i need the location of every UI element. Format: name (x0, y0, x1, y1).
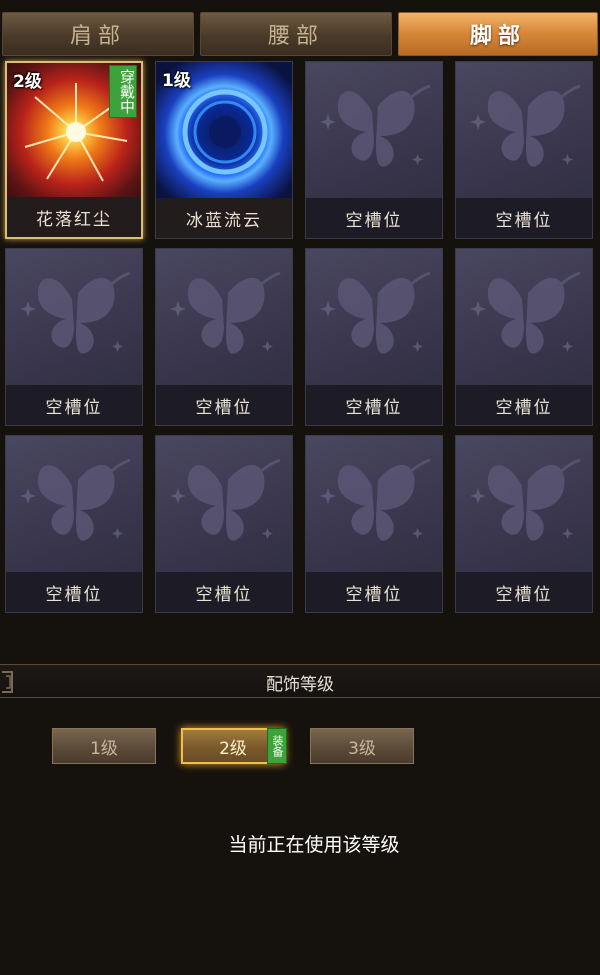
slot-level: 1级 (162, 71, 191, 91)
empty-slot-art (306, 249, 442, 387)
butterfly-icon (470, 458, 581, 541)
empty-slot[interactable]: 空槽位 (5, 435, 143, 613)
accessory-grid: 2级 穿戴中 花落红尘 1级 冰蓝流云 空槽位 空槽位 空槽位 空槽位 空槽位 … (0, 58, 600, 618)
slot-name: 空槽位 (456, 385, 592, 425)
tab-waist[interactable]: 腰部 (200, 12, 392, 56)
butterfly-icon (20, 458, 131, 541)
empty-slot-art (456, 436, 592, 574)
section-title: 配饰等级 (266, 674, 334, 695)
equipped-tag: 穿戴中 (109, 65, 137, 118)
empty-slot-art (156, 249, 292, 387)
butterfly-icon (170, 271, 281, 354)
section-header: 配饰等级 (0, 664, 600, 698)
empty-slot[interactable]: 空槽位 (155, 435, 293, 613)
accessory-slot[interactable]: 2级 穿戴中花落红尘 (5, 61, 143, 239)
empty-slot[interactable]: 空槽位 (305, 435, 443, 613)
slot-name: 空槽位 (6, 385, 142, 425)
empty-slot[interactable]: 空槽位 (155, 248, 293, 426)
empty-slot-art (306, 62, 442, 200)
slot-name: 空槽位 (6, 572, 142, 612)
empty-slot[interactable]: 空槽位 (305, 61, 443, 239)
level-3-button[interactable]: 3级 (310, 728, 414, 764)
butterfly-icon (20, 271, 131, 354)
accessory-slot[interactable]: 1级冰蓝流云 (155, 61, 293, 239)
slot-name: 空槽位 (306, 572, 442, 612)
empty-slot[interactable]: 空槽位 (305, 248, 443, 426)
empty-slot[interactable]: 空槽位 (5, 248, 143, 426)
empty-slot-art (6, 436, 142, 574)
butterfly-icon (320, 458, 431, 541)
slot-name: 空槽位 (156, 572, 292, 612)
empty-slot[interactable]: 空槽位 (455, 435, 593, 613)
slot-name: 空槽位 (156, 385, 292, 425)
butterfly-icon (320, 271, 431, 354)
equipped-badge: 装备 (267, 728, 287, 764)
empty-slot-art (456, 249, 592, 387)
butterfly-icon (470, 84, 581, 167)
level-1-button[interactable]: 1级 (52, 728, 156, 764)
empty-slot-art (6, 249, 142, 387)
slot-name: 空槽位 (306, 385, 442, 425)
slot-name: 空槽位 (456, 198, 592, 238)
slot-level: 2级 (13, 72, 42, 92)
empty-slot[interactable]: 空槽位 (455, 61, 593, 239)
empty-slot-art (306, 436, 442, 574)
slot-name: 空槽位 (456, 572, 592, 612)
tab-shoulder[interactable]: 肩部 (2, 12, 194, 56)
butterfly-icon (170, 458, 281, 541)
empty-slot[interactable]: 空槽位 (455, 248, 593, 426)
slot-name: 空槽位 (306, 198, 442, 238)
empty-slot-art (156, 436, 292, 574)
tab-bar: 肩部 腰部 脚部 (0, 12, 600, 58)
butterfly-icon (470, 271, 581, 354)
slot-name: 冰蓝流云 (156, 198, 292, 238)
slot-name: 花落红尘 (7, 197, 141, 237)
status-text: 当前正在使用该等级 (228, 834, 400, 856)
tab-foot[interactable]: 脚部 (398, 12, 598, 56)
empty-slot-art (456, 62, 592, 200)
butterfly-icon (320, 84, 431, 167)
